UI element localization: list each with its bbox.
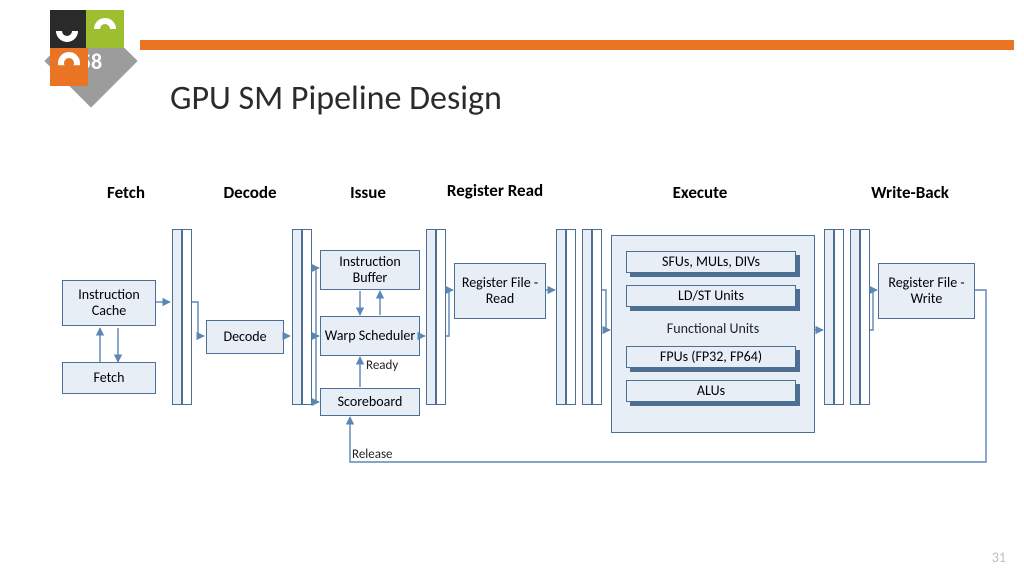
stage-label-execute: Execute (650, 182, 750, 203)
box-ldst: LD/ST Units (626, 285, 796, 307)
latch-exe-wb-a (824, 229, 834, 405)
latch-issue-reg-b (436, 229, 446, 405)
latch-issue-reg (426, 229, 436, 405)
latch-decode-issue-b (302, 229, 312, 405)
stage-label-issue: Issue (328, 182, 408, 203)
label-release: Release (352, 447, 393, 462)
box-sfu: SFUs, MULs, DIVs (626, 251, 796, 273)
latch-reg-exe-b2 (592, 229, 602, 405)
box-fpu: FPUs (FP32, FP64) (626, 346, 796, 368)
box-functional-units: SFUs, MULs, DIVs LD/ST Units Functional … (611, 235, 815, 433)
latch-decode-issue (292, 229, 302, 405)
label-functional-units: Functional Units (612, 320, 814, 337)
stage-label-wb: Write-Back (850, 182, 970, 203)
page-number: 31 (992, 549, 1006, 566)
stage-label-decode: Decode (210, 182, 290, 203)
box-instruction-buffer: Instruction Buffer (320, 250, 420, 290)
box-register-file-write: Register File - Write (878, 263, 975, 319)
box-warp-scheduler: Warp Scheduler (320, 316, 420, 356)
latch-reg-exe-a (556, 229, 566, 405)
latch-reg-exe-a2 (566, 229, 576, 405)
latch-fetch-decode-b (182, 229, 192, 405)
latch-exe-wb-b2 (860, 229, 870, 405)
box-instruction-cache: Instruction Cache (62, 280, 156, 326)
box-decode: Decode (206, 320, 284, 354)
latch-exe-wb-b (850, 229, 860, 405)
slide-title: GPU SM Pipeline Design (170, 78, 502, 119)
conference-logo: 58 (28, 10, 128, 98)
label-ready: Ready (366, 358, 398, 373)
box-alu: ALUs (626, 380, 796, 402)
stage-label-fetch: Fetch (86, 182, 166, 203)
latch-reg-exe-b (582, 229, 592, 405)
slide: 58 GPU SM Pipeline Design Fetch Decode I… (0, 0, 1024, 576)
box-fetch: Fetch (62, 362, 156, 394)
latch-fetch-decode (172, 229, 182, 405)
box-scoreboard: Scoreboard (320, 388, 420, 416)
stage-label-regread: Register Read (440, 182, 550, 201)
latch-exe-wb-a2 (834, 229, 844, 405)
box-register-file-read: Register File - Read (454, 263, 546, 319)
title-rule (140, 40, 1014, 50)
